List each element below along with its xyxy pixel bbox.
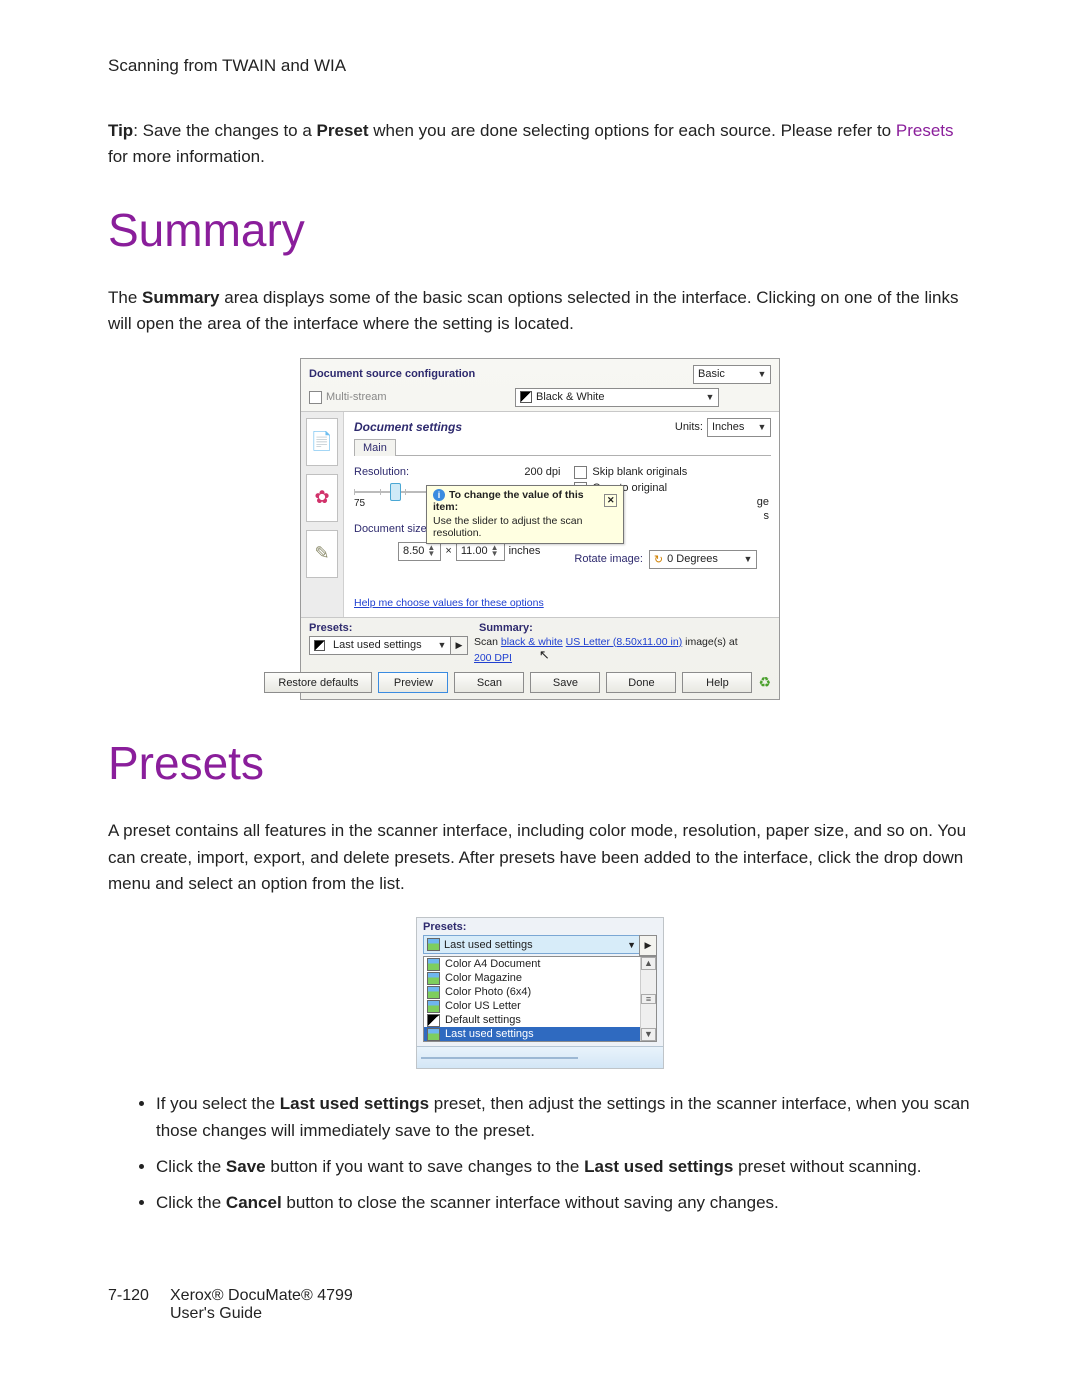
checkbox-icon xyxy=(574,466,587,479)
restore-defaults-button[interactable]: Restore defaults xyxy=(264,672,372,693)
partial-text-s: s xyxy=(764,510,770,522)
tooltip-close-icon[interactable]: ✕ xyxy=(604,494,617,507)
units-label: Units: xyxy=(675,421,703,433)
color-icon xyxy=(427,972,440,985)
summary-link-color[interactable]: black & white xyxy=(501,636,563,648)
multi-stream-checkbox[interactable]: Multi-stream xyxy=(309,391,387,404)
footer-doc: User's Guide xyxy=(170,1305,262,1322)
section-header: Scanning from TWAIN and WIA xyxy=(108,56,972,76)
presets-label: Presets: xyxy=(417,921,663,935)
advanced-settings-icon[interactable]: ✎ xyxy=(306,530,338,578)
partial-text-ge: ge xyxy=(757,496,769,508)
chevron-down-icon: ▼ xyxy=(756,422,768,432)
bw-icon xyxy=(427,1014,440,1027)
scan-button[interactable]: Scan xyxy=(454,672,524,693)
list-item: Click the Cancel button to close the sca… xyxy=(156,1190,972,1216)
slider-min: 75 xyxy=(354,498,365,509)
resolution-value: 200 dpi xyxy=(524,466,560,478)
preview-button[interactable]: Preview xyxy=(378,672,448,693)
panel-title: Document settings xyxy=(354,420,462,434)
summary-label: Summary: xyxy=(479,622,533,634)
list-item[interactable]: Color A4 Document xyxy=(424,957,640,971)
save-button[interactable]: Save xyxy=(530,672,600,693)
color-icon xyxy=(427,986,440,999)
summary-description: The Summary area displays some of the ba… xyxy=(108,285,972,338)
scroll-up-icon[interactable]: ▲ xyxy=(641,957,656,970)
page-number: 7-120 xyxy=(108,1287,156,1323)
panel-footer-bar xyxy=(417,1046,663,1068)
skip-blank-checkbox[interactable]: Skip blank originals xyxy=(574,466,771,479)
chevron-down-icon: ▼ xyxy=(627,940,636,950)
page-footer: 7-120 Xerox® DocuMate® 4799 User's Guide xyxy=(108,1287,972,1323)
presets-heading: Presets xyxy=(108,736,972,790)
slider-thumb[interactable] xyxy=(390,483,401,501)
rotate-dropdown[interactable]: ↻ 0 Degrees ▼ xyxy=(649,550,757,569)
preset-apply-button[interactable]: ▶ xyxy=(450,636,468,655)
chevron-down-icon: ▼ xyxy=(436,640,448,650)
presets-label: Presets: xyxy=(309,622,473,634)
resolution-label: Resolution: xyxy=(354,466,409,478)
mode-dropdown[interactable]: Basic ▼ xyxy=(693,365,771,384)
chevron-down-icon: ▼ xyxy=(756,369,768,379)
color-icon xyxy=(427,1028,440,1041)
recycle-icon[interactable]: ♻ xyxy=(758,674,771,691)
color-mode-dropdown[interactable]: Black & White ▼ xyxy=(515,388,719,407)
list-item: If you select the Last used settings pre… xyxy=(156,1091,972,1144)
list-item: Click the Save button if you want to sav… xyxy=(156,1154,972,1180)
tip-label: Tip xyxy=(108,121,133,140)
source-config-label: Document source configuration xyxy=(309,368,475,380)
preset-list[interactable]: Color A4 Document Color Magazine Color P… xyxy=(424,957,640,1041)
document-size-label: Document size: xyxy=(354,523,430,535)
main-tab[interactable]: Main xyxy=(354,439,396,456)
help-button[interactable]: Help xyxy=(682,672,752,693)
inches-label: inches xyxy=(509,545,541,557)
list-item[interactable]: Color US Letter xyxy=(424,999,640,1013)
summary-link-dpi[interactable]: 200 DPI xyxy=(474,652,512,664)
tip-paragraph: Tip: Save the changes to a Preset when y… xyxy=(108,118,972,169)
presets-dropdown-screenshot: Presets: Last used settings ▼ ▶ Color A4… xyxy=(416,917,664,1069)
footer-product: Xerox® DocuMate® 4799 xyxy=(170,1287,353,1304)
info-icon: i xyxy=(433,489,445,501)
preset-select[interactable]: Last used settings ▼ xyxy=(423,935,640,954)
cursor-icon: ↖ xyxy=(539,647,550,664)
scrollbar[interactable]: ▲ ≡ ▼ xyxy=(640,957,656,1041)
help-choose-link[interactable]: Help me choose values for these options xyxy=(354,597,544,609)
rotate-icon: ↻ xyxy=(654,553,663,566)
scroll-thumb[interactable]: ≡ xyxy=(641,994,656,1004)
preset-dropdown[interactable]: Last used settings ▼ xyxy=(309,636,451,655)
height-spinner[interactable]: 11.00 ▲▼ xyxy=(456,542,505,561)
color-settings-icon[interactable]: ✿ xyxy=(306,474,338,522)
summary-link-size[interactable]: US Letter (8.50x11.00 in) xyxy=(566,636,683,648)
presets-description: A preset contains all features in the sc… xyxy=(108,818,972,897)
checkbox-icon xyxy=(309,391,322,404)
color-icon xyxy=(427,958,440,971)
done-button[interactable]: Done xyxy=(606,672,676,693)
list-item[interactable]: Default settings xyxy=(424,1013,640,1027)
rotate-label: Rotate image: xyxy=(574,553,642,565)
list-item[interactable]: Color Photo (6x4) xyxy=(424,985,640,999)
scroll-down-icon[interactable]: ▼ xyxy=(641,1028,656,1041)
list-item[interactable]: Color Magazine xyxy=(424,971,640,985)
category-sidebar: 📄 ✿ ✎ xyxy=(301,412,344,617)
units-dropdown[interactable]: Inches ▼ xyxy=(707,418,771,437)
bullet-list: If you select the Last used settings pre… xyxy=(108,1091,972,1216)
summary-heading: Summary xyxy=(108,203,972,257)
width-spinner[interactable]: 8.50 ▲▼ xyxy=(398,542,441,561)
scanner-dialog: Document source configuration Basic ▼ Mu… xyxy=(300,358,780,701)
bw-icon xyxy=(520,391,532,403)
color-icon xyxy=(427,938,440,951)
bw-icon xyxy=(314,640,325,651)
document-settings-icon[interactable]: 📄 xyxy=(306,418,338,466)
tooltip: iTo change the value of this item: ✕ Use… xyxy=(426,485,624,544)
list-item-selected[interactable]: Last used settings xyxy=(424,1027,640,1041)
chevron-down-icon: ▼ xyxy=(742,554,754,564)
summary-text: Scan black & white US Letter (8.50x11.00… xyxy=(474,636,738,667)
presets-link[interactable]: Presets xyxy=(896,121,954,140)
color-icon xyxy=(427,1000,440,1013)
preset-apply-button[interactable]: ▶ xyxy=(639,935,657,956)
chevron-down-icon: ▼ xyxy=(704,392,716,402)
